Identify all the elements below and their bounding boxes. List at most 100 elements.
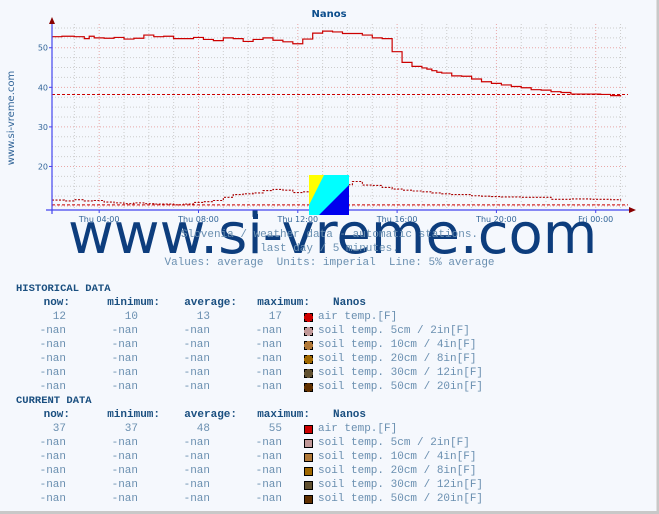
current-cell: -nan	[183, 437, 210, 449]
historical-data-section: HISTORICAL DATA now: minimum: average: maxim…	[0, 283, 656, 395]
current-title: CURRENT DATA	[16, 395, 92, 407]
historical-cell: -nan	[255, 381, 282, 393]
historical-cell: -nan	[39, 367, 66, 379]
historical-cell: -nan	[183, 339, 210, 351]
current-cell: -nan	[183, 493, 210, 505]
current-cell: -nan	[111, 451, 138, 463]
current-cell: 37	[124, 423, 138, 435]
historical-header-1: minimum:	[107, 297, 160, 309]
historical-cell: -nan	[111, 381, 138, 393]
current-legend-label: soil temp. 50cm / 20in[F]	[318, 493, 484, 505]
historical-legend-label: air temp.[F]	[318, 311, 398, 323]
historical-cell: -nan	[39, 353, 66, 365]
current-cell: -nan	[255, 437, 282, 449]
chart-title: Nanos	[311, 9, 346, 20]
caption-line-1: Slovenia / weather data - automatic stat…	[180, 229, 479, 241]
side-label: www.si-vreme.com	[6, 71, 17, 166]
y-axis-arrow-icon	[49, 17, 55, 24]
current-cell: -nan	[255, 465, 282, 477]
current-cell: -nan	[39, 451, 66, 463]
historical-cell: -nan	[111, 325, 138, 337]
current-cell: 55	[268, 423, 282, 435]
caption-line-2: last day / 5 minutes.	[260, 243, 399, 255]
historical-legend-label: soil temp. 20cm / 8in[F]	[318, 353, 477, 365]
historical-cell: -nan	[183, 367, 210, 379]
historical-cell: 12	[52, 311, 66, 323]
current-legend-label: air temp.[F]	[318, 423, 398, 435]
legend-swatch-icon	[304, 439, 313, 448]
current-cell: -nan	[255, 493, 282, 505]
historical-cell: 10	[124, 311, 138, 323]
current-header-1: minimum:	[107, 409, 160, 421]
current-cell: -nan	[111, 479, 138, 491]
current-header-3: maximum:	[257, 409, 310, 421]
historical-header-2: average:	[184, 297, 237, 309]
current-cell: -nan	[183, 451, 210, 463]
current-header-2: average:	[184, 409, 237, 421]
legend-swatch-icon	[304, 383, 313, 392]
historical-header-station: Nanos	[333, 297, 367, 309]
y-axis-ticks: 20 30 40 50	[38, 44, 52, 171]
legend-swatch-icon	[304, 425, 313, 434]
historical-legend-label: soil temp. 50cm / 20in[F]	[318, 381, 484, 393]
legend-swatch-icon	[304, 495, 313, 504]
historical-cell: -nan	[39, 325, 66, 337]
current-cell: -nan	[111, 493, 138, 505]
caption-line-3: Values: average Units: imperial Line: 5%…	[164, 257, 495, 269]
historical-cell: -nan	[111, 367, 138, 379]
historical-cell: -nan	[111, 339, 138, 351]
y-tick-label: 50	[38, 44, 48, 53]
current-legend-label: soil temp. 10cm / 4in[F]	[318, 451, 477, 463]
current-cell: -nan	[111, 465, 138, 477]
historical-cell: -nan	[255, 353, 282, 365]
current-legend-label: soil temp. 30cm / 12in[F]	[318, 479, 484, 491]
historical-cell: -nan	[39, 339, 66, 351]
current-cell: -nan	[39, 479, 66, 491]
page-frame: Nanos www.si-vreme.com 20 30 40 50 Thu 04:0…	[0, 0, 657, 511]
current-legend-label: soil temp. 5cm / 2in[F]	[318, 437, 470, 449]
legend-swatch-icon	[304, 313, 313, 322]
historical-cell: 13	[196, 311, 210, 323]
historical-cell: 17	[268, 311, 282, 323]
current-header-station: Nanos	[333, 409, 367, 421]
current-cell: -nan	[255, 451, 282, 463]
current-legend-label: soil temp. 20cm / 8in[F]	[318, 465, 477, 477]
series-line-current	[52, 30, 622, 97]
current-header-0: now:	[43, 409, 70, 421]
current-cell: -nan	[39, 465, 66, 477]
current-cell: -nan	[183, 479, 210, 491]
current-data-section: CURRENT DATA now: minimum: average: maximum:…	[0, 395, 656, 507]
historical-header-3: maximum:	[257, 297, 310, 309]
current-cell: -nan	[39, 437, 66, 449]
y-tick-label: 20	[38, 162, 48, 171]
legend-swatch-icon	[304, 467, 313, 476]
historical-header-0: now:	[43, 297, 70, 309]
current-cell: 37	[52, 423, 66, 435]
historical-cell: -nan	[39, 381, 66, 393]
current-cell: -nan	[255, 479, 282, 491]
legend-swatch-icon	[304, 369, 313, 378]
current-cell: -nan	[183, 465, 210, 477]
historical-cell: -nan	[183, 325, 210, 337]
historical-legend-label: soil temp. 5cm / 2in[F]	[318, 325, 470, 337]
current-cell: -nan	[111, 437, 138, 449]
legend-swatch-icon	[304, 341, 313, 350]
historical-cell: -nan	[255, 325, 282, 337]
historical-title: HISTORICAL DATA	[16, 283, 111, 295]
legend-swatch-icon	[304, 355, 313, 364]
current-cell: 48	[196, 423, 210, 435]
historical-cell: -nan	[183, 353, 210, 365]
legend-swatch-icon	[304, 327, 313, 336]
historical-legend-label: soil temp. 10cm / 4in[F]	[318, 339, 477, 351]
historical-cell: -nan	[111, 353, 138, 365]
y-tick-label: 40	[38, 83, 48, 92]
legend-swatch-icon	[304, 481, 313, 490]
legend-swatch-icon	[304, 453, 313, 462]
historical-cell: -nan	[255, 339, 282, 351]
current-cell: -nan	[39, 493, 66, 505]
historical-cell: -nan	[183, 381, 210, 393]
historical-cell: -nan	[255, 367, 282, 379]
x-axis-arrow-icon	[629, 207, 636, 213]
historical-legend-label: soil temp. 30cm / 12in[F]	[318, 367, 484, 379]
y-tick-label: 30	[38, 123, 48, 132]
